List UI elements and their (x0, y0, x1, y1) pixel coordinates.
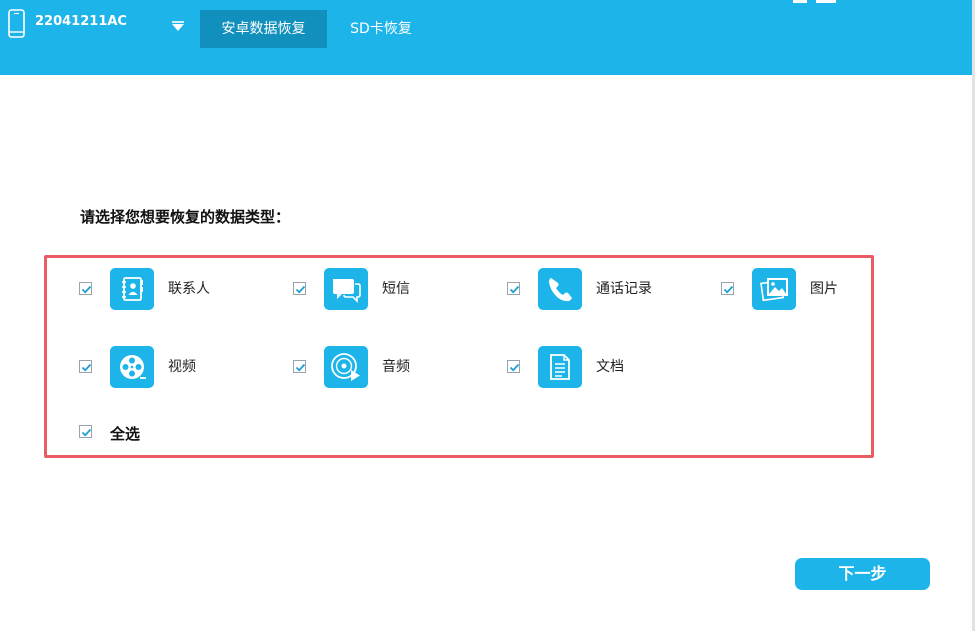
device-dropdown-icon[interactable] (171, 16, 185, 31)
type-label-audio: 音频 (382, 359, 410, 375)
type-label-messages: 短信 (382, 281, 410, 297)
window-control[interactable] (816, 0, 836, 3)
tab-android-recovery[interactable]: 安卓数据恢复 (200, 10, 327, 48)
checkbox-photos[interactable] (721, 282, 734, 295)
checkbox-audio[interactable] (293, 360, 306, 373)
document-icon[interactable] (538, 346, 582, 388)
video-icon[interactable] (110, 346, 154, 388)
top-bar: 22041211AC 安卓数据恢复 SD卡恢复 (0, 0, 972, 75)
phone-icon (8, 9, 25, 38)
call-log-icon[interactable] (538, 268, 582, 310)
checkbox-messages[interactable] (293, 282, 306, 295)
photos-icon[interactable] (752, 268, 796, 310)
device-name: 22041211AC (35, 14, 127, 29)
next-button[interactable]: 下一步 (795, 558, 930, 590)
audio-icon[interactable] (324, 346, 368, 388)
type-label-call-log: 通话记录 (596, 281, 652, 297)
select-all-label[interactable]: 全选 (110, 423, 140, 444)
messages-icon[interactable] (324, 268, 368, 310)
type-label-video: 视频 (168, 359, 196, 375)
contacts-icon[interactable] (110, 268, 154, 310)
tab-sd-recovery[interactable]: SD卡恢复 (336, 10, 426, 48)
checkbox-call-log[interactable] (507, 282, 520, 295)
checkbox-select-all[interactable] (79, 425, 92, 438)
type-label-contacts: 联系人 (168, 281, 210, 297)
type-label-photos: 图片 (810, 281, 838, 297)
page-title: 请选择您想要恢复的数据类型： (80, 208, 291, 226)
checkbox-document[interactable] (507, 360, 520, 373)
window-control[interactable] (793, 0, 807, 3)
checkbox-video[interactable] (79, 360, 92, 373)
type-label-document: 文档 (596, 359, 624, 375)
checkbox-contacts[interactable] (79, 282, 92, 295)
